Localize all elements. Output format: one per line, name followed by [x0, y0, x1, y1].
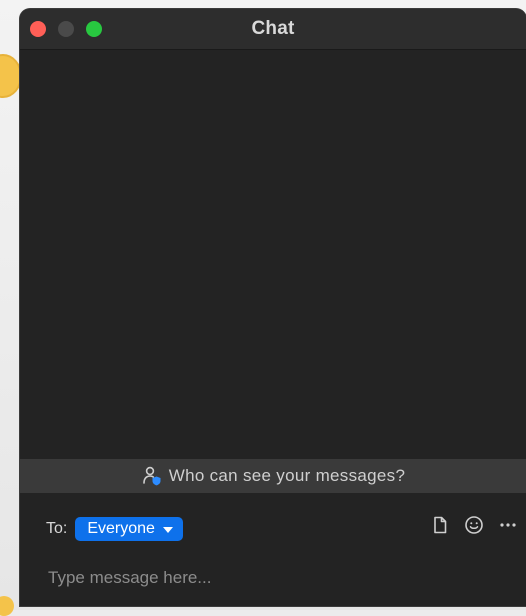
recipient-label: Everyone	[87, 520, 155, 537]
chat-window: Chat Who can see your messages? To: Ever…	[20, 9, 526, 606]
message-input[interactable]	[48, 565, 488, 591]
visibility-notice-bar[interactable]: Who can see your messages?	[20, 459, 526, 493]
person-shield-icon	[141, 465, 163, 487]
visibility-notice-text: Who can see your messages?	[168, 466, 406, 485]
window-title: Chat	[251, 18, 295, 39]
composer-tools	[418, 513, 520, 537]
chevron-down-icon	[162, 526, 173, 533]
emoji-icon[interactable]	[462, 513, 486, 537]
to-label: To:	[46, 520, 68, 537]
highlight-marker-bottom	[0, 596, 14, 616]
message-area[interactable]	[20, 50, 526, 459]
more-icon[interactable]	[496, 513, 520, 537]
recipient-dropdown[interactable]: Everyone	[75, 517, 183, 541]
title-bar[interactable]: Chat	[20, 9, 526, 50]
message-composer: To: Everyone	[20, 493, 526, 606]
file-icon[interactable]	[428, 513, 452, 537]
recipient-row: To: Everyone	[46, 517, 183, 541]
